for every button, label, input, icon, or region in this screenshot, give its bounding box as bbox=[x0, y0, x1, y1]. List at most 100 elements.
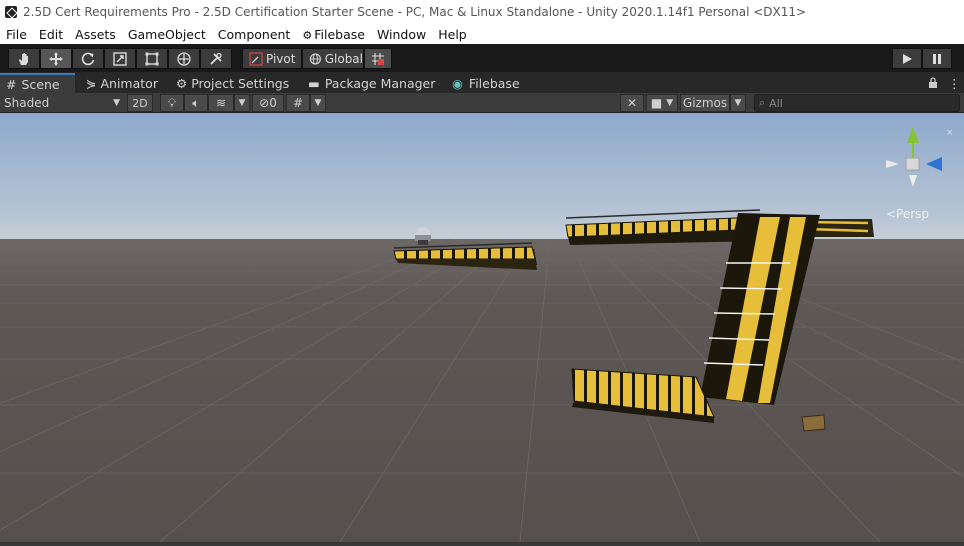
pivot-mode-group: Pivot Global bbox=[242, 48, 392, 69]
gizmos-button[interactable]: Gizmos bbox=[680, 94, 730, 112]
play-button[interactable] bbox=[892, 48, 922, 69]
tab-filebase[interactable]: ◉ Filebase bbox=[452, 73, 520, 93]
menu-filebase[interactable]: ⚙ Filebase bbox=[296, 27, 371, 42]
lock-icon bbox=[929, 77, 937, 88]
pivot-button[interactable]: Pivot bbox=[242, 48, 302, 69]
projection-label[interactable]: <Persp bbox=[886, 207, 929, 221]
pivot-label: Pivot bbox=[266, 51, 296, 66]
scene-render[interactable]: × <Persp bbox=[0, 113, 964, 543]
settings-gear-icon: ⚙ bbox=[176, 75, 188, 91]
lighting-toggle[interactable]: 💡︎ bbox=[160, 94, 184, 112]
pause-button[interactable] bbox=[922, 48, 952, 69]
hidden-objects-toggle[interactable]: ⊘ 0 bbox=[252, 94, 284, 112]
lightbulb-icon: 💡︎ bbox=[167, 95, 177, 110]
pause-icon bbox=[933, 53, 941, 64]
window-title: 2.5D Cert Requirements Pro - 2.5D Certif… bbox=[23, 5, 807, 19]
tools-toggle[interactable]: ✕ bbox=[620, 94, 644, 112]
global-label: Global bbox=[324, 51, 363, 66]
filebase-menu-icon: ⚙ bbox=[302, 28, 313, 42]
menu-assets[interactable]: Assets bbox=[69, 27, 122, 42]
toggle-2d-button[interactable]: 2D bbox=[127, 94, 153, 112]
hand-icon bbox=[19, 52, 28, 65]
toggle-2d-label: 2D bbox=[132, 96, 148, 110]
grid-snap-button[interactable] bbox=[364, 48, 392, 69]
animator-icon: ⋟ bbox=[86, 75, 97, 91]
custom-tool-button[interactable] bbox=[200, 48, 232, 69]
grid-icon: # bbox=[292, 96, 304, 110]
camera-settings-dropdown[interactable]: ■ ▼ bbox=[646, 94, 678, 112]
global-button[interactable]: Global bbox=[302, 48, 364, 69]
menu-edit[interactable]: Edit bbox=[33, 27, 69, 42]
main-toolbar: Pivot Global bbox=[0, 44, 964, 72]
gizmos-dropdown[interactable]: ▼ bbox=[730, 94, 746, 112]
globe-icon bbox=[309, 52, 321, 65]
tools-icon: ✕ bbox=[626, 96, 638, 110]
dropdown-arrow-icon: ▼ bbox=[113, 98, 120, 108]
scene-view-toolbar: Shaded ▼ 2D 💡︎ 🔈︎ ≋ ▼ ⊘ 0 # ▼ ✕ ■ ▼ Gizmo… bbox=[0, 93, 964, 113]
menu-filebase-label: Filebase bbox=[314, 26, 365, 42]
move-icon bbox=[49, 51, 63, 66]
speaker-icon: 🔈︎ bbox=[192, 95, 200, 110]
grid-snap-icon bbox=[372, 52, 384, 65]
rect-tool-button[interactable] bbox=[136, 48, 168, 69]
dropdown-arrow-icon: ▼ bbox=[314, 98, 322, 108]
package-icon: ▬ bbox=[308, 75, 320, 91]
scale-icon bbox=[113, 51, 127, 66]
transform-tools bbox=[8, 48, 232, 69]
ground-plane bbox=[0, 239, 964, 542]
filebase-eye-icon: ◉ bbox=[452, 75, 463, 91]
dropdown-arrow-icon: ▼ bbox=[238, 98, 246, 108]
editor-tab-bar: # Scene ⋟ Animator ⚙ Project Settings ▬ … bbox=[0, 72, 964, 93]
transform-icon bbox=[177, 51, 191, 66]
menu-window[interactable]: Window bbox=[371, 27, 432, 42]
menu-bar: File Edit Assets GameObject Component ⚙ F… bbox=[0, 24, 964, 44]
move-tool-button[interactable] bbox=[40, 48, 72, 69]
audio-toggle[interactable]: 🔈︎ bbox=[184, 94, 208, 112]
tab-animator-label: Animator bbox=[100, 75, 158, 91]
title-bar: 2.5D Cert Requirements Pro - 2.5D Certif… bbox=[0, 0, 964, 24]
tab-project-settings[interactable]: ⚙ Project Settings bbox=[176, 73, 289, 93]
shading-mode-label: Shaded bbox=[4, 96, 50, 110]
rotate-icon bbox=[81, 52, 95, 65]
hidden-count: 0 bbox=[269, 96, 277, 110]
tab-scene-label: Scene bbox=[21, 76, 60, 92]
scale-tool-button[interactable] bbox=[104, 48, 136, 69]
crate bbox=[801, 414, 826, 432]
scene-grid-icon: # bbox=[6, 76, 17, 92]
hand-tool-button[interactable] bbox=[8, 48, 40, 69]
gizmos-label: Gizmos bbox=[682, 96, 728, 110]
effects-icon: ≋ bbox=[215, 96, 227, 110]
menu-help[interactable]: Help bbox=[432, 27, 473, 42]
grid-dropdown[interactable]: ▼ bbox=[310, 94, 326, 112]
unity-logo-icon bbox=[5, 6, 17, 18]
rect-icon bbox=[145, 52, 159, 65]
effects-toggle[interactable]: ≋ bbox=[208, 94, 234, 112]
pivot-icon bbox=[249, 51, 263, 66]
dropdown-arrow-icon: ▼ bbox=[734, 98, 742, 108]
wrench-icon bbox=[210, 52, 222, 65]
transform-tool-button[interactable] bbox=[168, 48, 200, 69]
rotate-tool-button[interactable] bbox=[72, 48, 104, 69]
tab-animator[interactable]: ⋟ Animator bbox=[86, 73, 158, 93]
tab-package-manager[interactable]: ▬ Package Manager bbox=[308, 73, 435, 93]
menu-file[interactable]: File bbox=[0, 27, 33, 42]
effects-dropdown[interactable]: ▼ bbox=[234, 94, 250, 112]
tab-package-manager-label: Package Manager bbox=[324, 75, 436, 91]
shading-mode-dropdown[interactable]: Shaded ▼ bbox=[4, 94, 120, 112]
tab-project-settings-label: Project Settings bbox=[191, 75, 290, 91]
play-icon bbox=[903, 53, 912, 64]
hierarchy-search-input[interactable]: ⌕ All bbox=[754, 94, 960, 112]
tab-scene[interactable]: # Scene bbox=[0, 73, 75, 93]
search-icon: ⌕ bbox=[759, 96, 766, 109]
tab-filebase-label: Filebase bbox=[468, 75, 520, 91]
grid-toggle[interactable]: # bbox=[286, 94, 310, 112]
search-placeholder: All bbox=[769, 96, 783, 110]
hidden-eye-icon: ⊘ bbox=[259, 96, 270, 110]
lock-button[interactable] bbox=[928, 73, 938, 93]
tab-menu-button[interactable]: ⋮ bbox=[948, 73, 961, 93]
kebab-menu-icon: ⋮ bbox=[948, 75, 961, 91]
menu-gameobject[interactable]: GameObject bbox=[122, 27, 212, 42]
menu-component[interactable]: Component bbox=[212, 27, 297, 42]
scene-viewport[interactable]: × <Persp bbox=[0, 113, 964, 543]
camera-icon: ■ bbox=[650, 96, 663, 110]
